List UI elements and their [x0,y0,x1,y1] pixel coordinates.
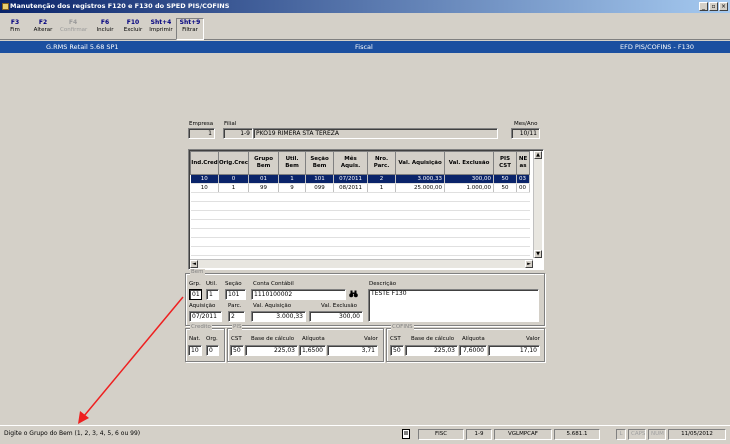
status-bar: Digite o Grupo do Bem (1, 2, 3, 4, 5, 6 … [0,425,730,444]
status-hint: Digite o Grupo do Bem (1, 2, 3, 4, 5, 6 … [4,430,141,437]
status-version: 5.681.1 [554,429,600,440]
document-icon [400,429,413,440]
status-lock: L [616,429,626,440]
status-caps: CAPS [628,429,646,440]
annotation-arrow [78,296,184,424]
status-user: VGLMPCAF [494,429,552,440]
status-date: 11/05/2012 [668,429,726,440]
status-num: NUM [648,429,666,440]
status-filial: 1-9 [466,429,492,440]
status-system: FISC [418,429,464,440]
